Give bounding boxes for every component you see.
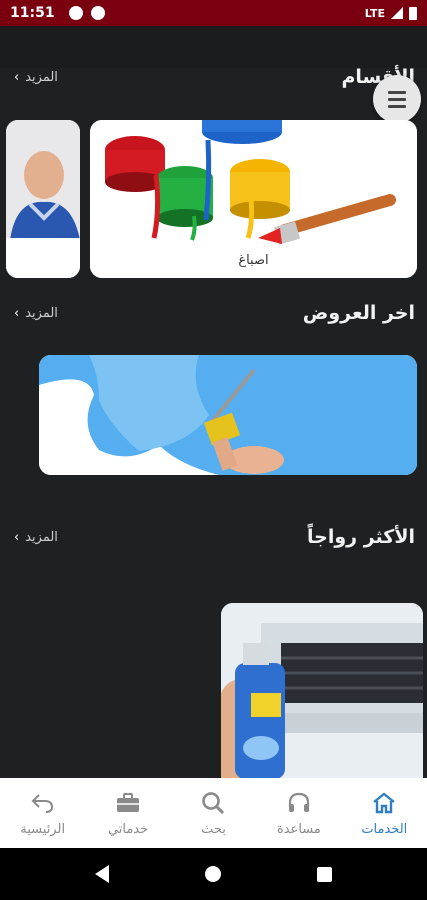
categories-section-header: المزيد › الأقسام: [0, 66, 427, 96]
nav-label: الخدمات: [361, 821, 408, 837]
back-arrow-icon: [30, 790, 56, 816]
signal-icon: [391, 7, 403, 19]
system-home-icon[interactable]: [205, 866, 221, 882]
nav-label: بحث: [201, 821, 226, 837]
battery-icon: [409, 6, 417, 20]
hamburger-menu-icon: [388, 90, 406, 94]
chevron-right-icon: ›: [14, 70, 20, 85]
offers-title: اخر العروض: [302, 302, 415, 324]
category-card-label: اصباغ: [238, 253, 269, 268]
category-card-technician[interactable]: [6, 120, 80, 278]
status-bar: 11:51 LTE: [0, 0, 427, 26]
popular-section-header: المزيد › الأكثر رواجاً: [0, 526, 427, 556]
bottom-navigation: الخدمات مساعدة بحث خدماتي الرئيسية: [0, 778, 427, 848]
notification-icon: [90, 6, 105, 20]
system-navigation-bar: [0, 848, 427, 900]
headphones-icon: [286, 790, 312, 816]
categories-more-link[interactable]: المزيد ›: [14, 70, 58, 85]
system-back-icon[interactable]: [95, 865, 109, 883]
network-type: LTE: [364, 6, 385, 20]
nav-my-services[interactable]: خدماتي: [85, 778, 170, 848]
home-icon: [371, 790, 397, 816]
more-label: المزيد: [25, 306, 58, 321]
menu-button[interactable]: [373, 75, 421, 123]
more-label: المزيد: [25, 70, 58, 85]
paint-roller-wall-image: [39, 355, 417, 475]
nav-label: الرئيسية: [20, 821, 66, 837]
popular-more-link[interactable]: المزيد ›: [14, 530, 58, 545]
status-time: 11:51: [10, 5, 55, 21]
briefcase-icon: [115, 790, 141, 816]
popular-title: الأكثر رواجاً: [307, 526, 415, 548]
chevron-right-icon: ›: [14, 306, 20, 321]
search-icon: [200, 790, 226, 816]
app-header: [0, 26, 427, 68]
notification-icon: [68, 6, 83, 20]
offers-section-header: المزيد › اخر العروض: [0, 302, 427, 332]
system-recents-icon[interactable]: [317, 866, 332, 882]
nav-help[interactable]: مساعدة: [256, 778, 341, 848]
status-indicators: LTE: [364, 6, 417, 20]
offers-more-link[interactable]: المزيد ›: [14, 306, 58, 321]
notification-icons: [68, 6, 105, 20]
popular-card[interactable]: [221, 603, 423, 779]
nav-search[interactable]: بحث: [171, 778, 256, 848]
technician-worker-image: [6, 120, 80, 278]
nav-home[interactable]: الرئيسية: [0, 778, 85, 848]
ac-cleaning-spray-image: [221, 603, 423, 779]
nav-services[interactable]: الخدمات: [342, 778, 427, 848]
offer-card[interactable]: [39, 355, 417, 475]
nav-label: مساعدة: [276, 821, 321, 837]
chevron-right-icon: ›: [14, 530, 20, 545]
more-label: المزيد: [25, 530, 58, 545]
category-card-paints[interactable]: اصباغ: [90, 120, 417, 278]
nav-label: خدماتي: [107, 821, 149, 837]
